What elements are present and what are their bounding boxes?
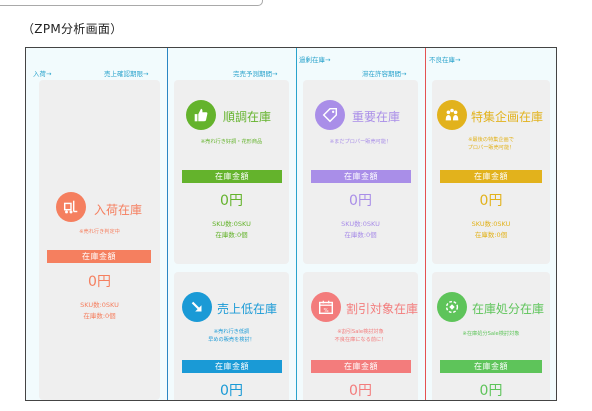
- panel-note-line-2: 早めの販売を検討！: [208, 337, 255, 343]
- panel-note: ※売れ行き低調 早めの販売を検討！: [174, 328, 289, 344]
- column-divider-1: [167, 48, 168, 400]
- group-icon: [437, 100, 467, 130]
- panel-note: ※最後の特集企画で プロパー販売可能！: [432, 136, 550, 152]
- stock-value-bar: 在庫金額: [47, 250, 151, 263]
- panel-title: 順調在庫: [223, 110, 272, 124]
- panel-note-line-1: ※割引Sale検討対象: [337, 329, 384, 335]
- calendar-discount-icon: %: [311, 292, 341, 322]
- panel-note-line-2: プロパー販売可能！: [467, 145, 515, 151]
- stock-value-bar: 在庫金額: [311, 360, 411, 373]
- header-arrival: 入荷→: [33, 70, 52, 78]
- zpm-analysis-board: 入荷→ 売上確認期限→ 完売予測期間→ 過剰在庫→ 滞在許容期間→ 不良在庫→ …: [25, 47, 557, 401]
- screen-caption: （ZPM分析画面）: [22, 22, 123, 36]
- forklift-icon: [56, 192, 86, 222]
- panel-good-stock[interactable]: 順調在庫 ※売れ行き好調・花形商品 在庫金額 0円 SKU数:0SKU 在庫数:…: [174, 80, 289, 264]
- stock-value-bar: 在庫金額: [440, 170, 542, 183]
- header-sales-deadline: 売上確認期限→: [104, 70, 149, 78]
- column-divider-2: [296, 48, 297, 400]
- arrow-down-right-icon: [182, 292, 212, 322]
- panel-note: ※割引Sale検討対象 不良在庫になる前に！: [303, 328, 418, 344]
- sku-count: SKU数:0SKU: [212, 220, 251, 228]
- sku-count: SKU数:0SKU: [341, 220, 380, 228]
- stock-value-bar: 在庫金額: [182, 170, 282, 183]
- stock-value-bar: 在庫金額: [182, 360, 282, 373]
- panel-note-line-2: 不良在庫になる前に！: [334, 337, 387, 343]
- stock-value-amount: 0円: [349, 193, 372, 209]
- panel-note-line-1: ※最後の特集企画で: [468, 137, 514, 143]
- panel-title: 割引対象在庫: [346, 302, 419, 316]
- panel-note-line-1: ※売れ行き低調: [213, 329, 250, 335]
- header-sellout-period: 完売予測期間→: [233, 70, 278, 78]
- panel-low-sales-stock[interactable]: 売上低在庫 ※売れ行き低調 早めの販売を検討！ 在庫金額 0円: [174, 272, 289, 400]
- stock-value-bar: 在庫金額: [440, 360, 542, 373]
- stock-count: 在庫数:0個: [344, 231, 377, 239]
- column-divider-3: [425, 48, 426, 400]
- stock-value-amount: 0円: [479, 383, 503, 399]
- panel-title: 在庫処分在庫: [472, 302, 545, 316]
- panel-arrival-stock[interactable]: 入荷在庫 ※売れ行き判定中 在庫金額 0円 SKU数:0SKU 在庫数:0個: [39, 80, 160, 400]
- disposal-icon: [437, 292, 467, 322]
- stock-value-amount: 0円: [88, 274, 111, 290]
- stock-count: 在庫数:0個: [215, 231, 248, 239]
- header-bad-stock: 不良在庫→: [429, 56, 461, 64]
- panel-note: ※在庫処分Sale検討対象: [462, 331, 520, 337]
- panel-stats: SKU数:0SKU 在庫数:0個: [39, 300, 160, 322]
- stock-count: 在庫数:0個: [83, 312, 116, 320]
- stock-value-amount: 0円: [220, 193, 243, 209]
- sku-count: SKU数:0SKU: [471, 220, 511, 228]
- panel-note: ※売れ行き判定中: [79, 229, 120, 235]
- panel-stats: SKU数:0SKU 在庫数:0個: [174, 219, 289, 241]
- svg-text:%: %: [323, 308, 328, 314]
- header-allowed-period: 滞在許容期間→: [362, 70, 407, 78]
- panel-stats: SKU数:0SKU 在庫数:0個: [303, 219, 418, 241]
- panel-stats: SKU数:0SKU 在庫数:0個: [432, 219, 550, 241]
- panel-key-stock[interactable]: 重要在庫 ※まだプロパー販売可能！ 在庫金額 0円 SKU数:0SKU 在庫数:…: [303, 80, 418, 264]
- panel-note: ※まだプロパー販売可能！: [329, 139, 392, 145]
- sku-count: SKU数:0SKU: [80, 301, 119, 309]
- tag-icon: [315, 100, 345, 130]
- panel-disposal-stock[interactable]: 在庫処分在庫 ※在庫処分Sale検討対象 在庫金額 0円: [432, 272, 550, 400]
- stock-count: 在庫数:0個: [474, 231, 508, 239]
- stock-value-amount: 0円: [349, 383, 372, 399]
- thumbs-up-icon: [186, 100, 216, 130]
- panel-title: 売上低在庫: [217, 302, 278, 316]
- panel-title: 入荷在庫: [94, 203, 143, 217]
- panel-note: ※売れ行き好調・花形商品: [200, 139, 263, 145]
- panel-title: 重要在庫: [352, 110, 401, 124]
- header-excess-stock: 過剰在庫→: [299, 56, 331, 64]
- top-frame-edge: [0, 0, 263, 6]
- stock-value-bar: 在庫金額: [311, 170, 411, 183]
- stock-value-amount: 0円: [220, 383, 243, 399]
- panel-title: 特集企画在庫: [471, 110, 544, 124]
- stock-value-amount: 0円: [479, 193, 503, 209]
- panel-discount-target-stock[interactable]: % 割引対象在庫 ※割引Sale検討対象 不良在庫になる前に！ 在庫金額 0円: [303, 272, 419, 400]
- panel-special-feature-stock[interactable]: 特集企画在庫 ※最後の特集企画で プロパー販売可能！ 在庫金額 0円 SKU数:…: [432, 80, 550, 264]
